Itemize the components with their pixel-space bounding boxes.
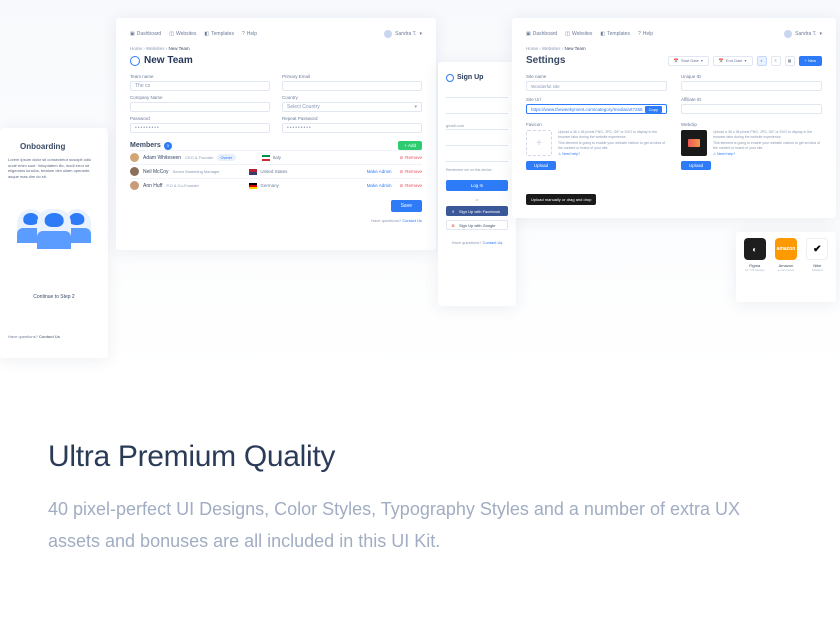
make-admin-button[interactable]: Make Admin [367,169,392,174]
upload-button[interactable]: Upload [526,161,556,170]
avatar-icon [784,30,792,38]
affiliate-id-input[interactable] [681,104,822,114]
search-icon-button[interactable]: ⌕ [757,56,767,66]
nav-help[interactable]: ? Help [638,31,653,37]
signup-input[interactable] [446,106,508,114]
unique-id-input[interactable] [681,81,822,91]
brands-panel: ◐ FigmaUI / UX Design amazon Amazone-com… [736,232,836,302]
member-row: Adam WhiteseenCEO & FounderOwner Italy ⊘… [130,150,422,164]
brand-tile[interactable]: amazon Amazone-commerce [773,238,798,296]
login-button[interactable]: Log In [446,180,508,191]
settings-panel: ▣ Dashboard ◫ Websites ◧ Templates ? Hel… [512,18,836,218]
facebook-icon: f [450,208,456,214]
member-row: Ann HuffP.O & Co-Founder Germany Make Ad… [130,178,422,192]
marketing-body: 40 pixel-perfect UI Designs, Color Style… [48,494,792,557]
signup-input[interactable] [446,138,508,146]
favicon-dropzone[interactable]: + [526,130,552,156]
members-title: Members [130,142,161,149]
team-name-input[interactable]: The co [130,81,270,91]
company-name-input[interactable] [130,102,270,112]
google-signup-button[interactable]: GSign Up with Google [446,220,508,230]
step-dots [8,315,100,318]
remove-button[interactable]: ⊘ Remove [399,183,422,189]
password-input[interactable]: ••••••••• [130,123,270,133]
signup-input[interactable] [446,154,508,162]
save-button[interactable]: Save [391,200,422,212]
remember-label: Remember me on this device [446,168,508,172]
filter-icon-button[interactable]: ≡ [771,56,781,66]
remove-button[interactable]: ⊘ Remove [399,169,422,175]
add-member-button[interactable]: + Add [398,141,422,150]
gear-icon [8,143,16,151]
help-link[interactable]: ⚠ Need help? [713,152,822,157]
start-date-select[interactable]: 📅 Start Date ▾ [668,56,709,66]
nav-websites[interactable]: ◫ Websites [169,31,196,37]
new-button[interactable]: + New [799,56,822,66]
new-team-panel: ▣ Dashboard ◫ Websites ◧ Templates ? Hel… [116,18,436,250]
end-date-select[interactable]: 📅 End Date ▾ [713,56,753,66]
marketing-section: Ultra Premium Quality 40 pixel-perfect U… [48,440,792,557]
breadcrumb: Home › Websites › New Team [130,46,422,51]
nav-help[interactable]: ? Help [242,31,257,37]
contact-link[interactable]: Contact Us [483,240,503,245]
site-name-input[interactable]: Wonderful site [526,81,667,91]
nav-templates[interactable]: ◧ Templates [204,31,234,37]
page-title: New Team [144,55,193,66]
marketing-title: Ultra Premium Quality [48,440,792,474]
contact-link[interactable]: Contact Us [39,334,60,339]
site-url-input[interactable]: https://www.theweekyment.com/category/me… [526,104,667,114]
repeat-password-input[interactable]: ••••••••• [282,123,422,133]
members-count: 3 [164,142,172,150]
help-link[interactable]: ⚠ Need help? [558,152,667,157]
figma-icon: ◐ [744,238,766,260]
onboarding-card: Onboarding Lorem ipsum dolor sit consect… [0,128,108,358]
country-select[interactable]: Select Country▾ [282,102,422,112]
signup-input[interactable] [446,90,508,98]
flag-icon [249,169,257,175]
brand-tile[interactable]: ✔ NikeFashion [805,238,830,296]
flag-icon [262,155,270,161]
user-icon [446,74,454,82]
page-title: Settings [526,55,664,66]
avatar-icon [130,181,139,190]
nav-websites[interactable]: ◫ Websites [565,31,592,37]
google-icon: G [450,222,456,228]
nike-icon: ✔ [806,238,828,260]
upload-button[interactable]: Upload [681,161,711,170]
copy-button[interactable]: Copy [645,106,662,113]
avatar-icon [384,30,392,38]
signup-panel: Sign Up gmail.com Remember me on this de… [438,62,516,306]
nav-dashboard[interactable]: ▣ Dashboard [130,31,161,37]
onboarding-title: Onboarding [20,142,65,151]
flag-icon [249,183,257,189]
signup-email-input[interactable]: gmail.com [446,122,508,130]
user-menu[interactable]: Sandra T. ▾ [784,30,822,38]
amazon-icon: amazon [775,238,797,260]
webclip-dropzone[interactable] [681,130,707,156]
brand-tile[interactable]: ◐ FigmaUI / UX Design [742,238,767,296]
continue-button[interactable]: Continue to Step 2 [22,289,86,305]
facebook-signup-button[interactable]: fSign Up with Facebook [446,206,508,216]
avatar-icon [130,153,139,162]
nav-templates[interactable]: ◧ Templates [600,31,630,37]
user-icon [130,56,140,66]
user-menu[interactable]: Sandra T. ▾ [384,30,422,38]
remove-button[interactable]: ⊘ Remove [399,155,422,161]
contact-link[interactable]: Contact Us [402,218,422,223]
onboarding-copy: Lorem ipsum dolor sit consectetur suscip… [8,157,100,179]
grid-icon-button[interactable]: ▦ [785,56,795,66]
primary-email-input[interactable] [282,81,422,91]
avatar-icon [130,167,139,176]
breadcrumb: Home › Websites › New Team [526,46,822,51]
member-row: Neil McCoySenior Marketing Manager Unite… [130,164,422,178]
upload-tooltip: Upload manually or drag and drop [526,194,596,205]
make-admin-button[interactable]: Make Admin [367,183,392,188]
nav-dashboard[interactable]: ▣ Dashboard [526,31,557,37]
onboarding-illustration [8,209,100,249]
